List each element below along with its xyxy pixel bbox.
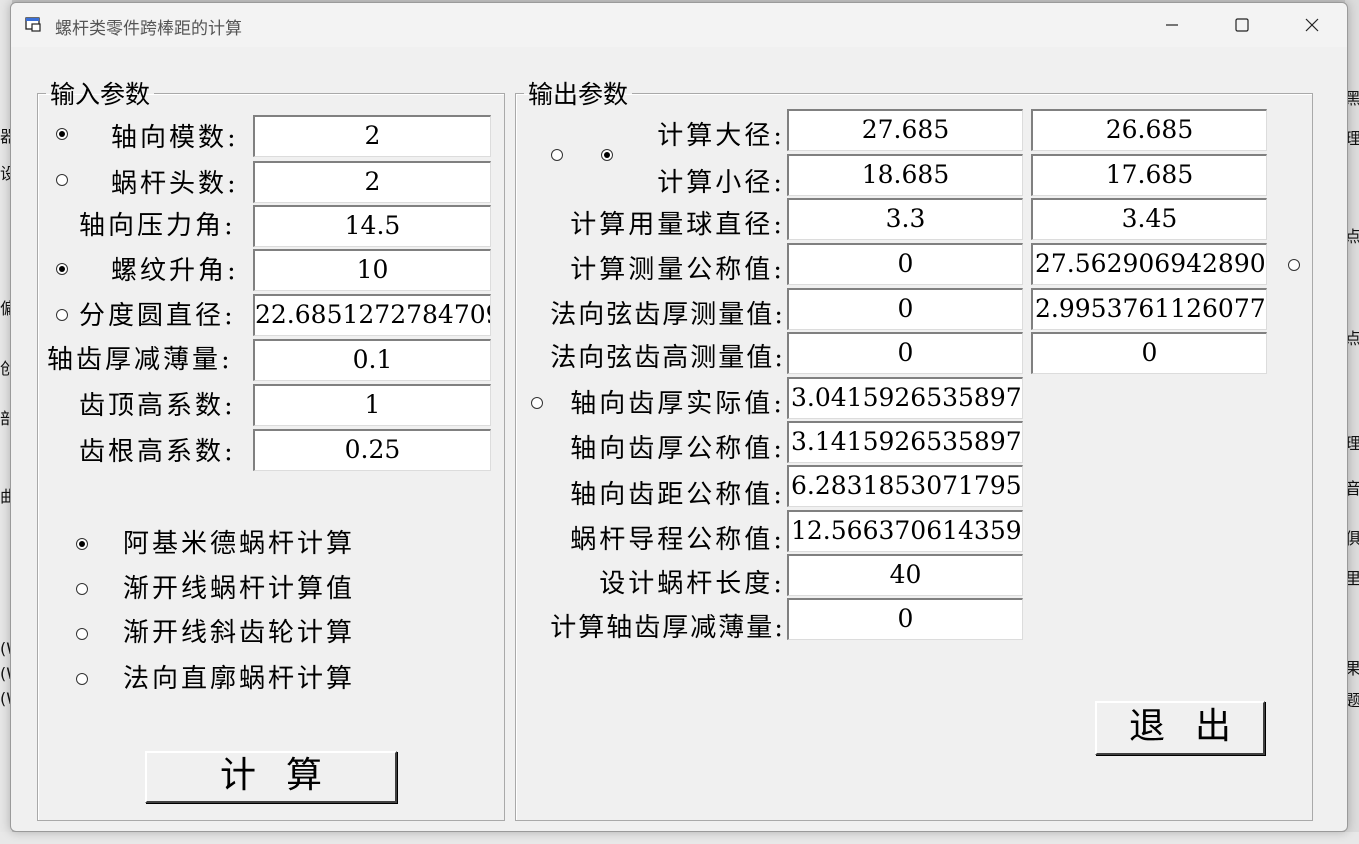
label-normal-chordal-thickness: 法向弦齿厚测量值: xyxy=(550,300,785,330)
radio-involute-worm[interactable] xyxy=(76,583,88,595)
output-major-diameter-1: 27.685 xyxy=(787,109,1023,151)
input-pressure-angle[interactable]: 14.5 xyxy=(253,205,491,247)
input-addendum-coef[interactable]: 1 xyxy=(253,384,491,426)
label-normal-straight-worm: 法向直廓蜗杆计算 xyxy=(123,664,356,694)
label-involute-worm: 渐开线蜗杆计算值 xyxy=(123,574,356,604)
label-major-diameter: 计算大径: xyxy=(657,121,785,151)
radio-normal-straight-worm[interactable] xyxy=(76,673,88,685)
output-axial-thickness-actual: 3.04159265358979 xyxy=(787,377,1023,419)
label-axial-thickness-actual: 轴向齿厚实际值: xyxy=(570,389,785,419)
minimize-icon xyxy=(1166,24,1178,26)
input-dedendum-coef[interactable]: 0.25 xyxy=(253,429,491,471)
output-worm-lead-nominal: 12.5663706143592 xyxy=(787,510,1023,552)
window-title: 螺杆类零件跨棒距的计算 xyxy=(55,19,242,39)
exit-button[interactable]: 退出 xyxy=(1095,701,1265,755)
label-axial-thickness-nominal: 轴向齿厚公称值: xyxy=(570,434,785,464)
label-ball-diameter: 计算用量球直径: xyxy=(570,210,785,240)
label-normal-chordal-height: 法向弦齿高测量值: xyxy=(550,343,785,373)
radio-axial-module[interactable] xyxy=(56,128,68,140)
label-archimedes-worm: 阿基米德蜗杆计算 xyxy=(123,529,356,559)
label-axial-module: 轴向模数: xyxy=(111,123,239,153)
label-measure-nominal: 计算测量公称值: xyxy=(570,255,785,285)
input-axial-module[interactable]: 2 xyxy=(253,115,491,157)
input-thickness-reduction[interactable]: 0.1 xyxy=(253,339,491,381)
label-involute-helical-gear: 渐开线斜齿轮计算 xyxy=(123,618,356,648)
label-lead-angle: 螺纹升角: xyxy=(111,256,239,286)
label-worm-length: 设计蜗杆长度: xyxy=(599,569,785,599)
output-ball-diameter-2: 3.45 xyxy=(1031,198,1267,240)
app-icon xyxy=(25,17,41,32)
output-minor-diameter-1: 18.685 xyxy=(787,154,1023,196)
output-minor-diameter-2: 17.685 xyxy=(1031,154,1267,196)
output-ball-diameter-1: 3.3 xyxy=(787,198,1023,240)
output-axial-thickness-nominal: 3.14159265358979 xyxy=(787,421,1023,463)
label-addendum-coef: 齿顶高系数: xyxy=(79,391,236,421)
output-normal-chordal-thickness-1: 0 xyxy=(787,288,1023,330)
output-measure-nominal-2: 27.5629069428901 xyxy=(1031,243,1267,285)
radio-lead-angle[interactable] xyxy=(56,263,68,275)
title-bar[interactable]: 螺杆类零件跨棒距的计算 xyxy=(11,3,1347,47)
output-normal-chordal-height-2: 0 xyxy=(1031,332,1267,374)
input-pitch-diameter[interactable]: 22.6851272784709 xyxy=(253,294,491,336)
radio-archimedes-worm[interactable] xyxy=(76,538,88,550)
label-pitch-diameter: 分度圆直径: xyxy=(79,301,236,331)
label-worm-lead-nominal: 蜗杆导程公称值: xyxy=(570,525,785,555)
input-lead-angle[interactable]: 10 xyxy=(253,249,491,291)
input-params-legend: 输入参数 xyxy=(50,80,151,109)
radio-pitch-diameter[interactable] xyxy=(56,309,68,321)
maximize-icon xyxy=(1235,18,1249,32)
dialog-window: 螺杆类零件跨棒距的计算 输入参数 轴向模数: 2 蜗杆头数: 2 轴向压力角: … xyxy=(10,2,1348,832)
calculate-button[interactable]: 计算 xyxy=(145,751,397,803)
label-pressure-angle: 轴向压力角: xyxy=(79,211,236,241)
input-worm-starts[interactable]: 2 xyxy=(253,161,491,203)
label-dedendum-coef: 齿根高系数: xyxy=(79,437,236,467)
background-app-bottom xyxy=(0,832,1359,844)
output-normal-chordal-height-1: 0 xyxy=(787,332,1023,374)
label-axial-pitch-nominal: 轴向齿距公称值: xyxy=(570,480,785,510)
radio-worm-starts[interactable] xyxy=(56,174,68,186)
label-minor-diameter: 计算小径: xyxy=(657,168,785,198)
label-worm-starts: 蜗杆头数: xyxy=(111,169,239,199)
label-thickness-reduction: 轴齿厚减薄量: xyxy=(47,345,233,375)
output-calc-thickness-reduction: 0 xyxy=(787,598,1023,640)
output-measure-nominal-1: 0 xyxy=(787,243,1023,285)
output-worm-length: 40 xyxy=(787,554,1023,596)
output-major-diameter-2: 26.685 xyxy=(1031,109,1267,151)
radio-output-option-3[interactable] xyxy=(1288,259,1300,271)
output-params-legend: 输出参数 xyxy=(528,80,629,109)
output-axial-pitch-nominal: 6.28318530717958 xyxy=(787,465,1023,507)
maximize-button[interactable] xyxy=(1207,3,1277,47)
minimize-button[interactable] xyxy=(1137,3,1207,47)
label-calc-thickness-reduction: 计算轴齿厚减薄量: xyxy=(550,613,785,643)
close-button[interactable] xyxy=(1277,3,1347,47)
close-icon xyxy=(1305,18,1319,32)
radio-involute-helical-gear[interactable] xyxy=(76,628,88,640)
output-normal-chordal-thickness-2: 2.99537611260772 xyxy=(1031,288,1267,330)
